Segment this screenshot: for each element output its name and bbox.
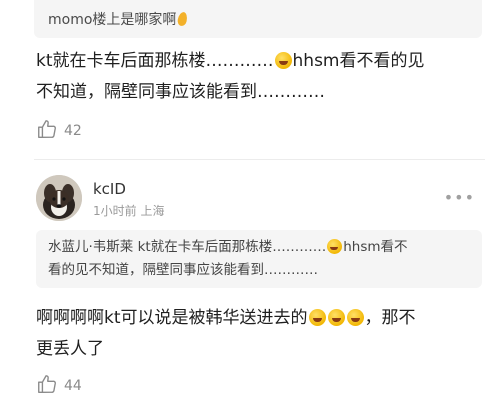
first-comment-line-2: 不知道，隔壁同事应该能看到…………: [36, 82, 325, 102]
avatar[interactable]: [36, 175, 82, 221]
first-comment-like-button[interactable]: 42: [36, 118, 82, 144]
second-comment-body: 啊啊啊啊kt可以说是被韩华送进去的 ，那不 更丢人了: [36, 303, 484, 365]
comment-divider: [34, 159, 485, 160]
laughing-tears-emoji-icon: [308, 309, 326, 326]
first-comment-line-1-text-b: hhsm看不看的见: [292, 51, 425, 71]
quoted-reply-line-1: 水蓝儿·韦斯莱 kt就在卡车后面那栋楼………… hhsm看不: [48, 236, 473, 259]
second-comment-line-1: 啊啊啊啊kt可以说是被韩华送进去的 ，那不: [36, 303, 484, 334]
first-comment-line-1: kt就在卡车后面那栋楼………… hhsm看不看的见: [36, 46, 484, 77]
quoted-reply-line-1-text-b: hhsm看不: [343, 239, 408, 255]
thumbs-up-icon: [36, 373, 58, 399]
quoted-reply-text: 水蓝儿·韦斯莱 kt就在卡车后面那栋楼………… hhsm看不 看的见不知道，隔壁同…: [48, 236, 473, 282]
quoted-reply-line-1-text-a: 水蓝儿·韦斯莱 kt就在卡车后面那栋楼…………: [48, 239, 327, 255]
quoted-reply-line-2: 看的见不知道，隔壁同事应该能看到…………: [48, 262, 318, 278]
quoted-parent-text-body: momo楼上是哪家啊: [48, 12, 177, 28]
comment-meta: 1小时前 上海: [93, 204, 165, 218]
quoted-reply: 水蓝儿·韦斯莱 kt就在卡车后面那栋楼………… hhsm看不 看的见不知道，隔壁同…: [36, 230, 482, 288]
quoted-parent-text: momo楼上是哪家啊: [34, 9, 189, 29]
comment-username[interactable]: kcID: [93, 180, 126, 198]
laughing-tears-emoji-icon: [346, 309, 364, 326]
quoted-parent-reply: momo楼上是哪家啊: [34, 0, 482, 38]
second-comment-like-button[interactable]: 44: [36, 373, 82, 399]
second-comment-like-count: 44: [64, 378, 82, 394]
thumbs-up-icon: [36, 118, 58, 144]
laughing-tears-emoji-icon: [327, 309, 345, 326]
first-comment-body: kt就在卡车后面那栋楼………… hhsm看不看的见 不知道，隔壁同事应该能看到………: [36, 46, 484, 108]
second-comment-line-1-text-b: ，那不: [364, 308, 416, 328]
laughing-tears-emoji-icon: [327, 239, 343, 254]
peach-emoji-icon: [177, 11, 189, 27]
first-comment-like-count: 42: [64, 123, 82, 139]
first-comment-line-1-text-a: kt就在卡车后面那栋楼…………: [36, 51, 274, 71]
more-dots-icon[interactable]: •••: [444, 188, 475, 207]
second-comment-line-2: 更丢人了: [36, 339, 104, 359]
laughing-tears-emoji-icon: [274, 52, 292, 69]
second-comment-line-1-text-a: 啊啊啊啊kt可以说是被韩华送进去的: [36, 308, 308, 328]
